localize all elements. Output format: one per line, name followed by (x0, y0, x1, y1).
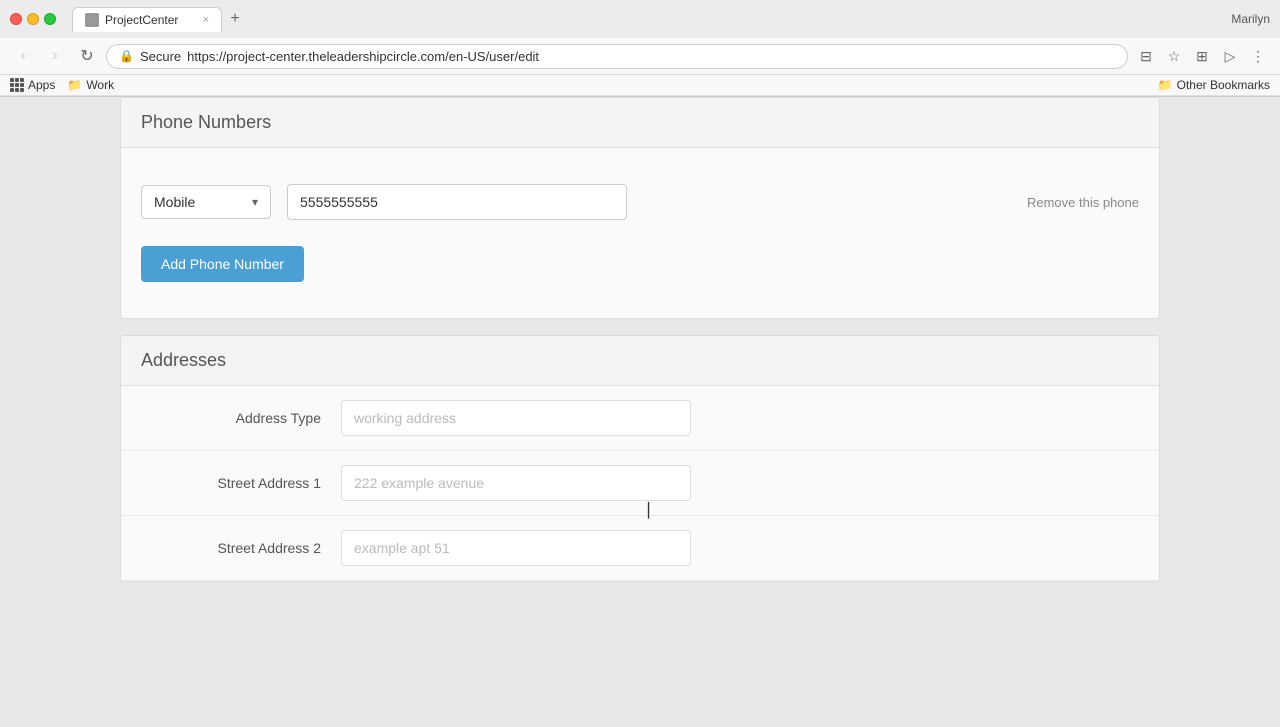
url-text: https://project-center.theleadershipcirc… (187, 49, 539, 64)
phone-numbers-title: Phone Numbers (141, 112, 1139, 133)
bookmark-folder-icon: 📁 (67, 78, 82, 92)
bookmark-other-label: Other Bookmarks (1177, 78, 1270, 92)
phone-numbers-header: Phone Numbers (121, 98, 1159, 148)
addresses-header: Addresses (121, 336, 1159, 386)
close-window-button[interactable] (10, 13, 22, 25)
menu-icon[interactable]: ⋮ (1246, 44, 1270, 68)
fullscreen-window-button[interactable] (44, 13, 56, 25)
browser-titlebar: ProjectCenter × + Marilyn (0, 0, 1280, 38)
filter-icon[interactable]: ⊟ (1134, 44, 1158, 68)
street-address-1-input[interactable] (341, 465, 691, 501)
reload-button[interactable]: ↻ (74, 43, 100, 69)
add-phone-button[interactable]: Add Phone Number (141, 246, 304, 282)
bookmark-folder-other-icon: 📁 (1158, 78, 1173, 92)
street-address-1-label: Street Address 1 (181, 475, 341, 491)
bookmark-other[interactable]: 📁 Other Bookmarks (1158, 78, 1270, 92)
cast-icon[interactable]: ▷ (1218, 44, 1242, 68)
street-address-1-row: Street Address 1 (121, 451, 1159, 516)
bookmark-star-icon[interactable]: ☆ (1162, 44, 1186, 68)
new-tab-button[interactable]: + (222, 6, 248, 32)
bookmarks-bar: Apps 📁 Work 📁 Other Bookmarks (0, 75, 1280, 96)
addresses-title: Addresses (141, 350, 1139, 371)
tab-favicon-icon (85, 13, 99, 27)
address-type-label: Address Type (181, 410, 341, 426)
tab-bar: ProjectCenter × + (72, 6, 248, 32)
tab-close-button[interactable]: × (203, 14, 209, 26)
remove-phone-link[interactable]: Remove this phone (1027, 195, 1139, 210)
back-button[interactable]: ‹ (10, 43, 36, 69)
phone-type-value: Mobile (154, 194, 195, 210)
secure-icon: 🔒 (119, 49, 134, 63)
tab-title: ProjectCenter (105, 13, 178, 27)
bookmark-work[interactable]: 📁 Work (67, 78, 114, 92)
browser-chrome: ProjectCenter × + Marilyn ‹ › ↻ 🔒 Secure… (0, 0, 1280, 97)
bookmark-apps[interactable]: Apps (10, 78, 55, 92)
forward-button[interactable]: › (42, 43, 68, 69)
address-bar[interactable]: 🔒 Secure https://project-center.theleade… (106, 44, 1128, 69)
street-address-2-row: Street Address 2 (121, 516, 1159, 581)
browser-toolbar: ‹ › ↻ 🔒 Secure https://project-center.th… (0, 38, 1280, 75)
address-type-input[interactable] (341, 400, 691, 436)
toolbar-actions: ⊟ ☆ ⊞ ▷ ⋮ (1134, 44, 1270, 68)
phone-type-dropdown[interactable]: Mobile ▾ (141, 185, 271, 219)
minimize-window-button[interactable] (27, 13, 39, 25)
phone-number-input[interactable] (287, 184, 627, 220)
street-address-2-input[interactable] (341, 530, 691, 566)
phone-numbers-body: Mobile ▾ Remove this phone Add Phone Num… (121, 148, 1159, 318)
traffic-lights (10, 13, 56, 25)
add-phone-section: Add Phone Number (141, 236, 1139, 298)
extensions-icon[interactable]: ⊞ (1190, 44, 1214, 68)
addresses-section: Addresses Address Type Street Address 1 … (120, 335, 1160, 582)
apps-grid-icon (10, 78, 24, 92)
phone-entry-row: Mobile ▾ Remove this phone (141, 168, 1139, 236)
secure-label: Secure (140, 49, 181, 64)
dropdown-arrow-icon: ▾ (252, 195, 258, 209)
user-info: Marilyn (1231, 12, 1270, 26)
address-type-row: Address Type (121, 386, 1159, 451)
browser-tab[interactable]: ProjectCenter × (72, 7, 222, 32)
addresses-body: Address Type Street Address 1 Street Add… (121, 386, 1159, 581)
phone-numbers-section: Phone Numbers Mobile ▾ Remove this phone… (120, 97, 1160, 319)
page-content: Phone Numbers Mobile ▾ Remove this phone… (0, 97, 1280, 727)
bookmark-work-label: Work (86, 78, 114, 92)
street-address-2-label: Street Address 2 (181, 540, 341, 556)
bookmark-apps-label: Apps (28, 78, 55, 92)
